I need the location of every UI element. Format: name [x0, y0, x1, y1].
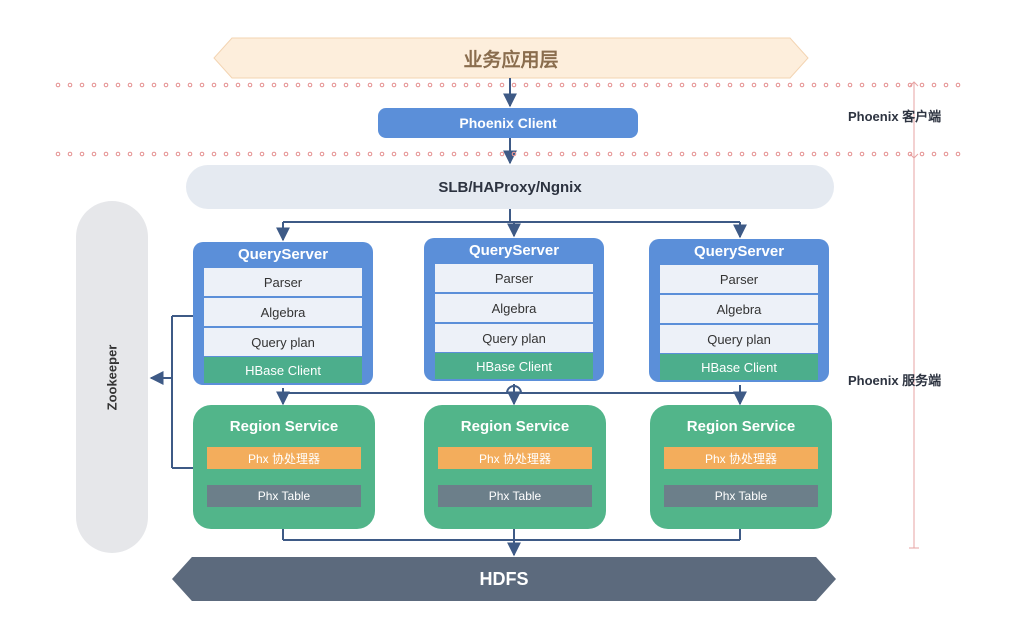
client-side-label: Phoenix 客户端 [848, 109, 942, 124]
hbase-client-row: HBase Client [660, 354, 818, 380]
region-service-title: Region Service [686, 417, 796, 435]
business-layer: 业务应用层 [463, 49, 559, 71]
parser-row: Parser [204, 268, 362, 296]
query-plan-row: Query plan [435, 324, 593, 352]
query-server-title: QueryServer [237, 245, 329, 263]
algebra-row: Algebra [660, 295, 818, 323]
client-boundary-bottom [52, 151, 967, 157]
region-service-title: Region Service [460, 417, 570, 435]
query-server-3: QueryServer Parser Algebra Query plan HB… [649, 239, 829, 382]
zookeeper-label-wrap: Zookeeper [76, 201, 148, 553]
client-boundary-top [52, 82, 967, 88]
phoenix-client-box: Phoenix Client [378, 108, 638, 138]
hbase-client-row: HBase Client [204, 357, 362, 383]
query-server-1: QueryServer Parser Algebra Query plan HB… [193, 242, 373, 385]
algebra-row: Algebra [435, 294, 593, 322]
coprocessor-box: Phx 协处理器 [207, 447, 361, 469]
parser-row: Parser [435, 264, 593, 292]
query-plan-row: Query plan [660, 325, 818, 353]
query-server-2: QueryServer Parser Algebra Query plan HB… [424, 238, 604, 381]
coprocessor-box: Phx 协处理器 [664, 447, 818, 469]
region-service-1: Region Service Phx 协处理器 Phx Table [193, 405, 375, 529]
region-service-3: Region Service Phx 协处理器 Phx Table [650, 405, 832, 529]
server-side-label: Phoenix 服务端 [848, 373, 942, 388]
coprocessor-box: Phx 协处理器 [438, 447, 592, 469]
query-server-title: QueryServer [468, 241, 560, 259]
phx-table-box: Phx Table [207, 485, 361, 507]
region-service-title: Region Service [229, 417, 339, 435]
phx-table-box: Phx Table [438, 485, 592, 507]
parser-row: Parser [660, 265, 818, 293]
phx-table-box: Phx Table [664, 485, 818, 507]
query-plan-row: Query plan [204, 328, 362, 356]
hbase-client-row: HBase Client [435, 353, 593, 379]
algebra-row: Algebra [204, 298, 362, 326]
hdfs-layer: HDFS [172, 557, 836, 601]
load-balancer-box: SLB/HAProxy/Ngnix [186, 165, 834, 209]
zookeeper-label: Zookeeper [104, 344, 120, 410]
query-server-title: QueryServer [693, 242, 785, 260]
region-service-2: Region Service Phx 协处理器 Phx Table [424, 405, 606, 529]
